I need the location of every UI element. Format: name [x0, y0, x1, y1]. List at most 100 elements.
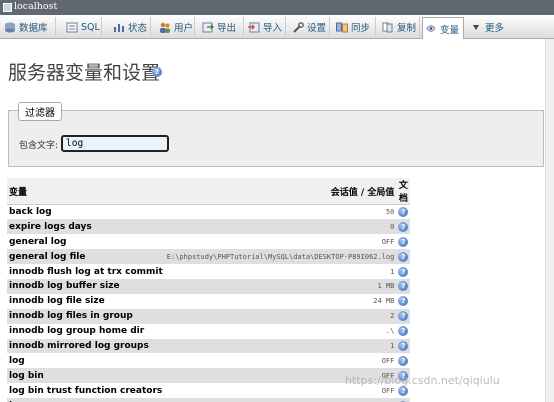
tab-replication[interactable]: 复制 — [380, 17, 420, 37]
tab-variables[interactable]: 变量 — [422, 17, 464, 39]
tab-label: 导出 — [217, 23, 237, 34]
tab-status[interactable]: 状态 — [111, 17, 151, 37]
variable-name: innodb mirrored log groups — [7, 338, 165, 354]
help-icon[interactable]: ? — [398, 266, 409, 277]
help-icon[interactable]: ? — [398, 251, 409, 262]
variables-table: 变量 会话值 / 全局值 文档 back log 50? expire logs d… — [7, 178, 411, 402]
help-icon[interactable]: ? — [398, 281, 409, 292]
help-icon[interactable]: ? — [398, 355, 409, 366]
table-row: log OFF? — [7, 353, 411, 369]
doc-link[interactable]: ? — [396, 249, 411, 265]
tab-import[interactable]: 导入 — [246, 17, 286, 37]
doc-link[interactable]: ? — [396, 398, 411, 402]
variable-value: 1 — [164, 338, 397, 354]
variables-icon — [425, 23, 437, 34]
export-icon — [202, 22, 214, 33]
server-icon — [3, 3, 12, 12]
doc-link[interactable]: ? — [396, 323, 411, 339]
sql-icon — [66, 22, 78, 33]
variable-name: log — [7, 353, 165, 369]
filter-input[interactable]: log — [61, 135, 169, 152]
table-row: innodb flush log at trx commit 1? — [7, 264, 411, 279]
users-icon — [159, 22, 171, 33]
variable-value: 1 — [164, 264, 397, 279]
column-header-doc: 文档 — [396, 178, 411, 205]
vertical-scrollbar[interactable] — [545, 39, 554, 402]
variable-name: expire logs days — [7, 219, 165, 235]
doc-link[interactable]: ? — [396, 234, 411, 250]
variable-name: log bin trust function creators — [7, 383, 165, 399]
table-row: general log OFF? — [7, 234, 411, 250]
tab-sync[interactable]: 同步 — [334, 17, 376, 37]
variable-value: E:\phpstudy\PHPTutorial\MySQL\data\DESKT… — [164, 249, 397, 265]
tab-label: 用户 — [174, 23, 194, 34]
tab-label: 状态 — [128, 23, 148, 34]
server-name[interactable]: localhost — [14, 1, 57, 12]
tab-users[interactable]: 用户 — [157, 17, 195, 37]
help-icon[interactable]: ? — [398, 207, 409, 218]
doc-link[interactable]: ? — [396, 204, 411, 220]
tab-label: 导入 — [263, 23, 283, 34]
table-row: back log 50? — [7, 204, 411, 220]
tab-label: SQL — [81, 21, 100, 33]
help-icon[interactable]: ? — [398, 221, 409, 232]
database-icon — [4, 22, 16, 33]
variable-value: 24 MB — [164, 293, 397, 309]
table-row: innodb mirrored log groups 1? — [7, 338, 411, 354]
variable-value: 50 — [164, 204, 397, 220]
table-row: innodb log buffer size 1 MB? — [7, 278, 411, 294]
table-row: log errorE:\phpstudy\PHPTutorial\MySQL\d… — [7, 398, 411, 402]
variable-value: .\ — [164, 323, 397, 339]
help-icon[interactable]: ? — [398, 385, 409, 396]
tab-label: 更多 — [485, 23, 505, 34]
help-icon[interactable]: ? — [398, 326, 409, 337]
doc-link[interactable]: ? — [396, 264, 411, 279]
variable-value: 0 — [164, 219, 397, 235]
table-row: expire logs days 0? — [7, 219, 411, 235]
tab-label: 设置 — [307, 23, 327, 34]
watermark-text: https://blog.csdn.net/qiqiulu — [345, 374, 500, 387]
main-tab-bar: 数据库 SQL 状态 用户 导出 导入 设置 同步 复制 变量 更多 — [0, 15, 554, 39]
tab-databases[interactable]: 数据库 — [2, 17, 56, 37]
status-icon — [113, 22, 125, 33]
column-header-value: 会话值 / 全局值 — [164, 178, 397, 205]
help-icon[interactable]: ? — [398, 236, 409, 247]
variable-value: E:\phpstudy\PHPTutorial\MySQL\data\DESKT… — [164, 398, 397, 402]
variable-name: innodb log file size — [7, 293, 165, 309]
variable-name: innodb log group home dir — [7, 323, 165, 339]
tab-label: 同步 — [351, 23, 371, 34]
tab-settings[interactable]: 设置 — [290, 17, 330, 37]
variable-value: OFF — [164, 353, 397, 369]
tab-sql[interactable]: SQL — [64, 17, 102, 37]
doc-link[interactable]: ? — [396, 308, 411, 324]
tab-more[interactable]: 更多 — [468, 17, 510, 37]
replication-icon — [382, 22, 394, 33]
more-icon — [470, 22, 482, 33]
help-icon[interactable]: ? — [398, 311, 409, 322]
help-icon[interactable]: ? — [152, 67, 162, 77]
variable-value: 1 MB — [164, 278, 397, 294]
table-row: innodb log group home dir .\? — [7, 323, 411, 339]
doc-link[interactable]: ? — [396, 353, 411, 369]
table-header-row: 变量 会话值 / 全局值 文档 — [7, 178, 411, 205]
settings-icon — [292, 21, 304, 33]
variable-name: log error — [7, 398, 165, 402]
doc-link[interactable]: ? — [396, 219, 411, 235]
tab-label: 数据库 — [19, 23, 48, 34]
help-icon[interactable]: ? — [398, 296, 409, 307]
filter-legend: 过滤器 — [18, 102, 62, 121]
help-icon[interactable]: ? — [398, 340, 409, 351]
doc-link[interactable]: ? — [396, 278, 411, 294]
table-row: innodb log file size 24 MB? — [7, 293, 411, 309]
variable-name: innodb log buffer size — [7, 278, 165, 294]
tab-export[interactable]: 导出 — [200, 17, 244, 37]
sync-icon — [336, 22, 348, 33]
doc-link[interactable]: ? — [396, 293, 411, 309]
doc-link[interactable]: ? — [396, 338, 411, 354]
column-header-variable: 变量 — [7, 178, 165, 205]
variable-name: general log file — [7, 249, 165, 265]
variable-name: innodb log files in group — [7, 308, 165, 324]
server-breadcrumb-bar: localhost — [0, 0, 554, 15]
table-row: general log file E:\phpstudy\PHPTutorial\… — [7, 249, 411, 265]
variable-name: back log — [7, 204, 165, 220]
